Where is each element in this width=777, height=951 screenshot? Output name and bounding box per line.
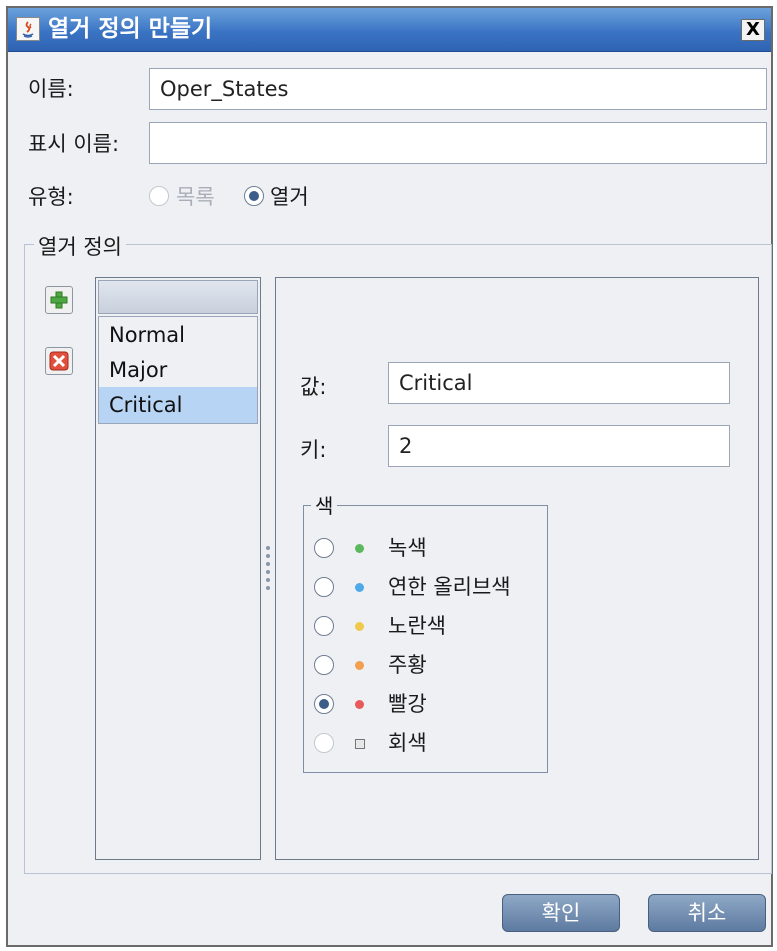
type-list-radio[interactable] [149,186,169,206]
add-icon[interactable] [45,286,73,314]
green-swatch-icon [355,544,364,553]
color-light-olive-label: 연한 올리브색 [388,575,511,599]
splitter-handle[interactable] [265,544,271,594]
enum-definition-title: 열거 정의 [34,234,126,260]
color-green-label: 녹색 [388,536,427,560]
list-item-normal[interactable]: Normal [99,317,257,353]
color-yellow-radio[interactable] [314,616,334,636]
ok-button[interactable]: 확인 [502,894,620,932]
orange-swatch-icon [355,661,364,670]
key-label: 키: [300,438,327,462]
enum-list-panel: Normal Major Critical [95,277,261,860]
title-bar[interactable]: 열거 정의 만들기 X [8,8,771,52]
type-enum-label: 열거 [270,185,309,209]
color-light-olive-radio[interactable] [314,577,334,597]
list-header [98,280,258,314]
gray-swatch-icon [355,739,365,749]
yellow-swatch-icon [355,622,364,631]
display-name-label: 표시 이름: [28,132,120,156]
color-orange-radio[interactable] [314,655,334,675]
type-label: 유형: [28,185,74,209]
close-icon[interactable]: X [741,19,765,41]
color-group-title: 색 [311,494,338,518]
value-label: 값: [300,375,327,399]
color-gray-label: 회색 [388,731,427,755]
list-item-critical[interactable]: Critical [99,387,257,423]
name-field[interactable]: Oper_States [149,68,767,110]
color-red-label: 빨강 [388,692,427,716]
dialog-title: 열거 정의 만들기 [48,16,213,42]
display-name-field[interactable] [149,122,767,164]
color-red-radio[interactable] [314,694,334,714]
light-olive-swatch-icon [355,583,364,592]
color-orange-label: 주황 [388,653,427,677]
list-item-major[interactable]: Major [99,352,257,388]
red-swatch-icon [355,700,364,709]
color-gray-radio[interactable] [314,733,334,753]
type-list-label: 목록 [176,185,215,209]
delete-icon[interactable] [45,347,73,375]
color-yellow-label: 노란색 [388,614,446,638]
name-label: 이름: [28,77,74,101]
key-field[interactable]: 2 [388,425,730,467]
enum-value-list: Normal Major Critical [98,316,258,424]
create-enum-dialog: 열거 정의 만들기 X 이름: Oper_States 표시 이름: 유형: 목… [6,6,773,947]
type-enum-radio[interactable] [244,186,264,206]
color-green-radio[interactable] [314,538,334,558]
java-icon [16,17,40,41]
value-field[interactable]: Critical [388,362,730,404]
cancel-button[interactable]: 취소 [648,894,766,932]
